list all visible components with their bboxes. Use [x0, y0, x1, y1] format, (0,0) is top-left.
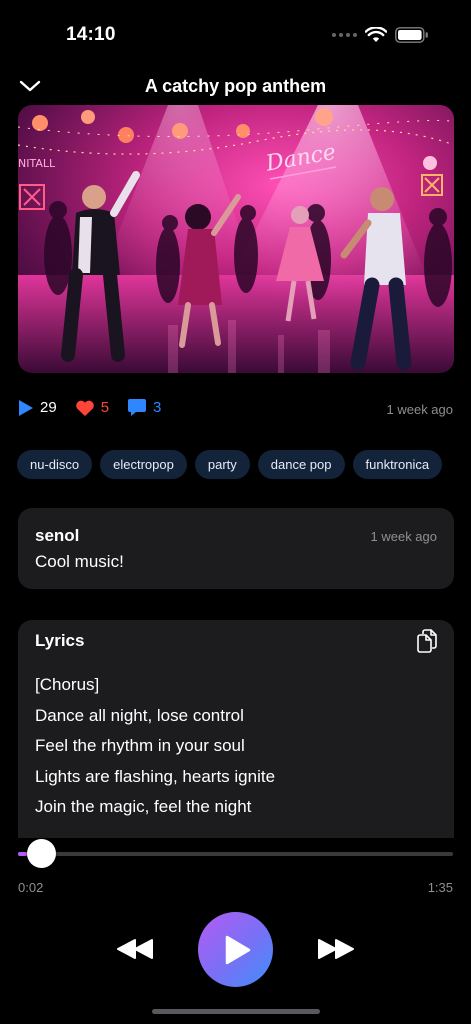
dance-party-image: Dance NITALL	[18, 105, 454, 373]
like-count[interactable]: 5	[75, 399, 109, 417]
svg-text:NITALL: NITALL	[18, 157, 56, 170]
like-count-value: 5	[100, 399, 110, 416]
lyrics-line: Join the magic, feel the night	[35, 797, 252, 816]
heart-icon[interactable]	[75, 399, 95, 417]
tag-list: nu-disco electropop party dance pop funk…	[17, 450, 443, 479]
current-time: 0:02	[18, 880, 44, 895]
tag-chip[interactable]: funktronica	[352, 450, 443, 479]
progress-knob[interactable]	[26, 839, 56, 868]
tag-chip[interactable]: party	[194, 450, 250, 479]
lyrics-line: Lights are flashing, hearts ignite	[35, 766, 276, 786]
fast-forward-icon[interactable]	[317, 937, 355, 961]
comment-icon[interactable]	[127, 398, 147, 417]
play-count-icon	[19, 399, 33, 416]
lyrics-lines: [Chorus] Dance all night, lose control F…	[35, 670, 275, 823]
tag-chip[interactable]: electropop	[100, 450, 187, 479]
tag-chip[interactable]: nu-disco	[17, 450, 93, 479]
play-button[interactable]	[198, 912, 273, 987]
progress-fill	[18, 852, 28, 856]
play-count-value: 29	[40, 399, 57, 416]
lyrics-line: Dance all night, lose control	[35, 705, 244, 725]
status-icons	[332, 24, 432, 46]
wifi-icon	[365, 27, 387, 42]
total-time: 1:35	[427, 880, 453, 895]
status-time: 14:10	[66, 24, 116, 45]
progress-track[interactable]	[18, 852, 453, 856]
signal-dots-icon	[332, 33, 357, 37]
lyrics-title: Lyrics	[35, 631, 85, 650]
battery-icon	[395, 27, 428, 43]
lyrics-line: [Chorus]	[35, 675, 100, 694]
lyrics-line: Feel the rhythm in your soul	[35, 736, 245, 755]
posted-time: 1 week ago	[386, 402, 454, 417]
comment-card[interactable]: senol 1 week ago Cool music!	[18, 508, 454, 589]
tag-chip[interactable]: dance pop	[257, 450, 345, 479]
comment-count[interactable]: 3	[127, 398, 161, 417]
rewind-icon[interactable]	[116, 937, 154, 961]
home-indicator	[152, 1009, 320, 1014]
comment-text: Cool music!	[35, 552, 124, 571]
copy-icon[interactable]	[416, 629, 438, 653]
page-title: A catchy pop anthem	[144, 76, 327, 96]
lyrics-card: Lyrics [Chorus] Dance all night, lose co…	[18, 620, 454, 838]
stats-row: 29 5 3	[18, 398, 179, 417]
play-icon[interactable]	[224, 935, 252, 965]
comment-time: 1 week ago	[370, 529, 438, 544]
comment-count-value: 3	[153, 399, 162, 416]
cover-art: Dance NITALL	[18, 105, 454, 373]
play-count: 29	[18, 399, 57, 417]
comment-username[interactable]: senol	[35, 526, 79, 546]
